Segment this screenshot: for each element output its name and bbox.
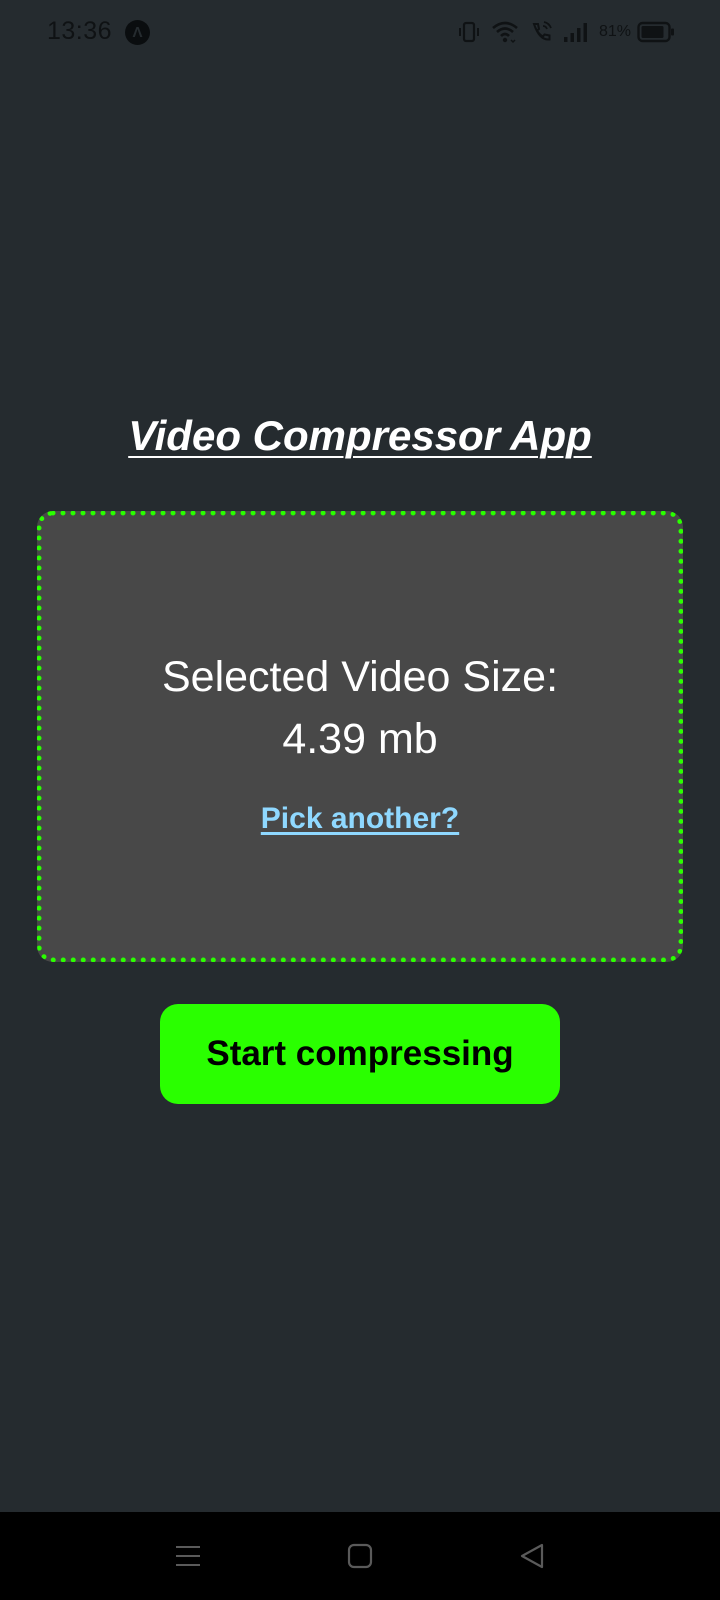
page-title: Video Compressor App: [128, 412, 592, 459]
signal-icon: [563, 21, 589, 43]
navigation-bar: [0, 1512, 720, 1600]
start-compressing-button[interactable]: Start compressing: [160, 1004, 560, 1104]
app-screen: 13:36 Λ 81% Video Compressor App Selecte…: [0, 0, 720, 1600]
pick-another-link[interactable]: Pick another?: [42, 802, 678, 836]
video-size-value: 4.39 mb: [282, 715, 438, 763]
home-icon[interactable]: [340, 1536, 380, 1576]
status-bar: 13:36 Λ 81%: [0, 0, 720, 64]
status-icons: 81%: [457, 18, 675, 46]
back-icon[interactable]: [512, 1536, 552, 1576]
wifi-icon: [491, 20, 519, 44]
video-size-label: Selected Video Size:: [161, 653, 559, 701]
vibrate-icon: [457, 20, 481, 44]
selected-video-card: Selected Video Size: 4.39 mb Pick anothe…: [37, 511, 683, 962]
status-time: 13:36: [47, 17, 113, 45]
battery-percent: 81%: [598, 23, 631, 40]
battery-icon: [637, 21, 675, 43]
menu-icon[interactable]: [168, 1536, 208, 1576]
wifi-call-icon: [529, 20, 553, 44]
app-notification-icon: Λ: [125, 20, 150, 45]
